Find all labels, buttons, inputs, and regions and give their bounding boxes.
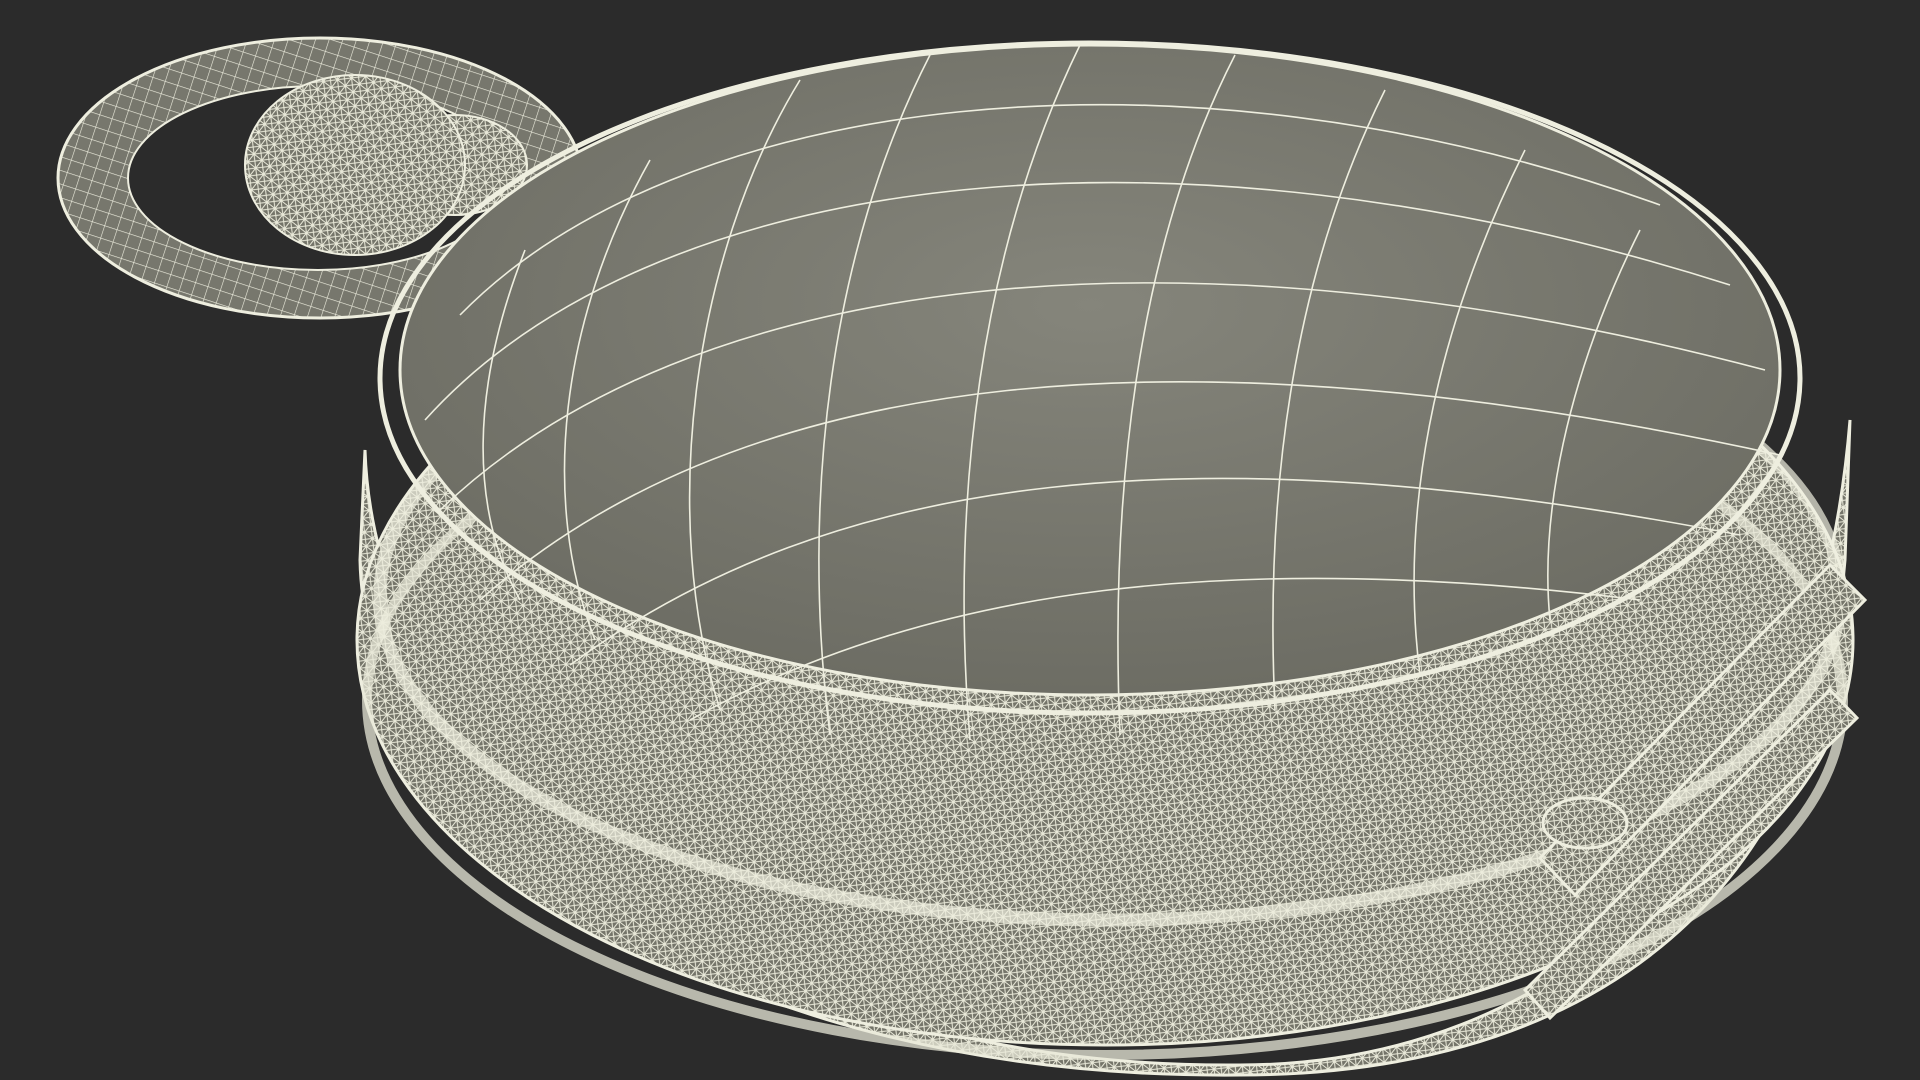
case-top-lid bbox=[398, 43, 1782, 697]
wireframe-pocket-watch-render bbox=[56, 36, 1868, 1077]
crown-knob bbox=[244, 74, 466, 256]
hinge-knuckle bbox=[1541, 796, 1629, 850]
